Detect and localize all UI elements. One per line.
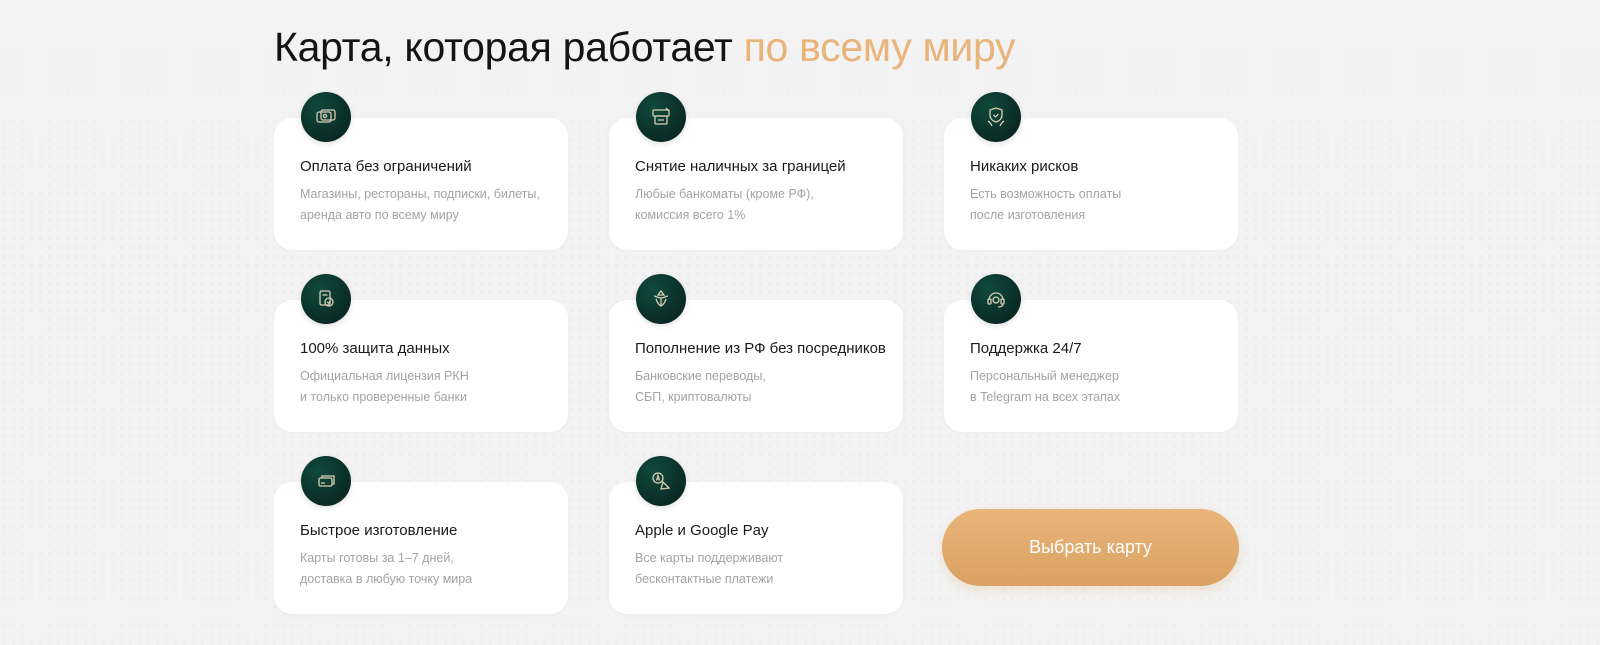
feature-description: Персональный менеджер в Telegram на всех … bbox=[970, 369, 1121, 404]
feature-card-payment: Оплата без ограничений Магазины, рестора… bbox=[274, 92, 568, 250]
feature-card-cash: Снятие наличных за границей Любые банком… bbox=[609, 92, 903, 250]
cash-withdrawal-icon bbox=[636, 92, 686, 142]
support-agent-icon bbox=[971, 274, 1021, 324]
feature-card-apple-google-pay: Apple и Google Pay Все карты поддерживаю… bbox=[609, 456, 903, 614]
section-title-accent: по всему миру bbox=[743, 24, 1016, 70]
feature-description: Банковские переводы, СБП, криптовалюты bbox=[635, 369, 766, 404]
feature-title: 100% защита данных bbox=[300, 340, 450, 357]
feature-card-fast-production: Быстрое изготовление Карты готовы за 1–7… bbox=[274, 456, 568, 614]
section-title: Карта, которая работает по всему миру bbox=[274, 24, 1016, 71]
feature-description: Любые банкоматы (кроме РФ), комиссия всег… bbox=[635, 187, 814, 222]
feature-title: Пополнение из РФ без посредников bbox=[635, 340, 886, 357]
feature-card-support: Поддержка 24/7 Персональный менеджер в Te… bbox=[944, 274, 1238, 432]
feature-card-no-risk: Никаких рисков Есть возможность оплаты по… bbox=[944, 92, 1238, 250]
section-title-main: Карта, которая работает bbox=[274, 24, 744, 70]
feature-title: Поддержка 24/7 bbox=[970, 340, 1082, 357]
page: Карта, которая работает по всему миру Оп… bbox=[0, 0, 1600, 645]
feature-title: Снятие наличных за границей bbox=[635, 158, 846, 175]
feature-title: Оплата без ограничений bbox=[300, 158, 472, 175]
wallet-card-icon bbox=[301, 92, 351, 142]
choose-card-button[interactable]: Выбрать карту bbox=[942, 509, 1239, 586]
feature-description: Все карты поддерживают бесконтактные плат… bbox=[635, 551, 784, 586]
bank-transfer-icon bbox=[636, 274, 686, 324]
feature-title: Apple и Google Pay bbox=[635, 522, 769, 539]
feature-description: Официальная лицензия РКН и только провере… bbox=[300, 369, 469, 404]
feature-description: Есть возможность оплаты после изготовлени… bbox=[970, 187, 1122, 222]
shield-hands-icon bbox=[971, 92, 1021, 142]
document-check-icon bbox=[301, 274, 351, 324]
apple-google-pay-icon bbox=[636, 456, 686, 506]
feature-title: Никаких рисков bbox=[970, 158, 1079, 175]
feature-card-data-protection: 100% защита данных Официальная лицензия … bbox=[274, 274, 568, 432]
cards-stack-icon bbox=[301, 456, 351, 506]
feature-card-topup: Пополнение из РФ без посредников Банковс… bbox=[609, 274, 903, 432]
feature-description: Магазины, рестораны, подписки, билеты, ар… bbox=[300, 187, 540, 222]
feature-description: Карты готовы за 1–7 дней, доставка в любу… bbox=[300, 551, 473, 586]
feature-title: Быстрое изготовление bbox=[300, 522, 458, 539]
